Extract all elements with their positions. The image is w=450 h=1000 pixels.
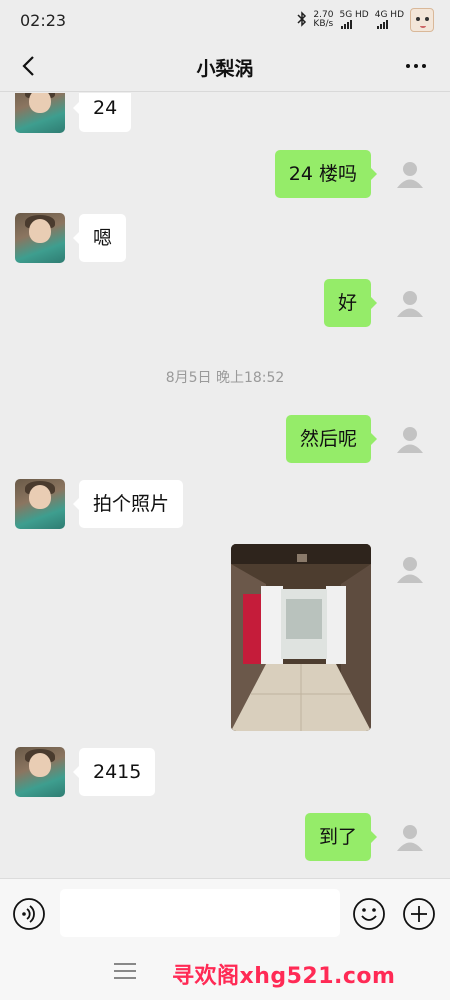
message-input[interactable]: [60, 889, 340, 937]
user-placeholder-icon[interactable]: [385, 149, 435, 199]
timestamp: 8月5日 晚上18:52: [165, 370, 285, 386]
signal-bars-icon: [376, 20, 404, 29]
friend-avatar[interactable]: [15, 479, 65, 529]
status-indicators: 2.70 KB/s 5G HD 4G HD: [297, 8, 434, 32]
friend-avatar[interactable]: [15, 213, 65, 263]
user-placeholder-icon[interactable]: [385, 544, 435, 594]
user-placeholder-icon[interactable]: [385, 414, 435, 464]
message-bubble[interactable]: 好: [323, 279, 378, 327]
menu-icon[interactable]: [114, 963, 136, 983]
bottom-bar: 寻欢阁xhg521.com: [0, 948, 450, 1000]
voice-icon[interactable]: [12, 897, 46, 931]
input-bar: [0, 878, 450, 948]
cat-battery-icon: [410, 8, 434, 32]
hallway-photo[interactable]: [231, 544, 371, 731]
status-time: 02:23: [20, 11, 67, 30]
friend-avatar[interactable]: [15, 747, 65, 797]
chat-header: 小梨涡: [0, 40, 450, 92]
sim2-signal: 4G HD: [375, 11, 404, 29]
user-placeholder-icon[interactable]: [385, 812, 435, 862]
message-bubble[interactable]: 24: [72, 93, 132, 132]
message-bubble[interactable]: 到了: [304, 813, 378, 861]
message-list[interactable]: 24 24 楼吗 嗯 好 8月5日 晚上18:52 然后呢 拍个照片 2415 …: [0, 93, 450, 878]
message-bubble[interactable]: 2415: [72, 748, 156, 796]
more-dots-icon[interactable]: [402, 52, 430, 80]
user-placeholder-icon[interactable]: [385, 278, 435, 328]
chat-title: 小梨涡: [196, 58, 254, 80]
sim1-signal: 5G HD: [339, 11, 369, 29]
plus-icon[interactable]: [402, 897, 436, 931]
signal-bars-icon: [341, 20, 368, 29]
bluetooth-icon: [297, 10, 307, 30]
message-bubble[interactable]: 拍个照片: [72, 480, 184, 528]
friend-avatar[interactable]: [15, 93, 65, 133]
emoji-icon[interactable]: [352, 897, 386, 931]
message-bubble[interactable]: 24 楼吗: [274, 150, 378, 198]
net-speed: 2.70 KB/s: [313, 10, 334, 29]
message-bubble[interactable]: 然后呢: [285, 415, 378, 463]
status-bar: 02:23 2.70 KB/s 5G HD 4G HD: [0, 0, 450, 40]
message-bubble[interactable]: 嗯: [72, 214, 127, 262]
watermark: 寻欢阁xhg521.com: [172, 964, 396, 989]
